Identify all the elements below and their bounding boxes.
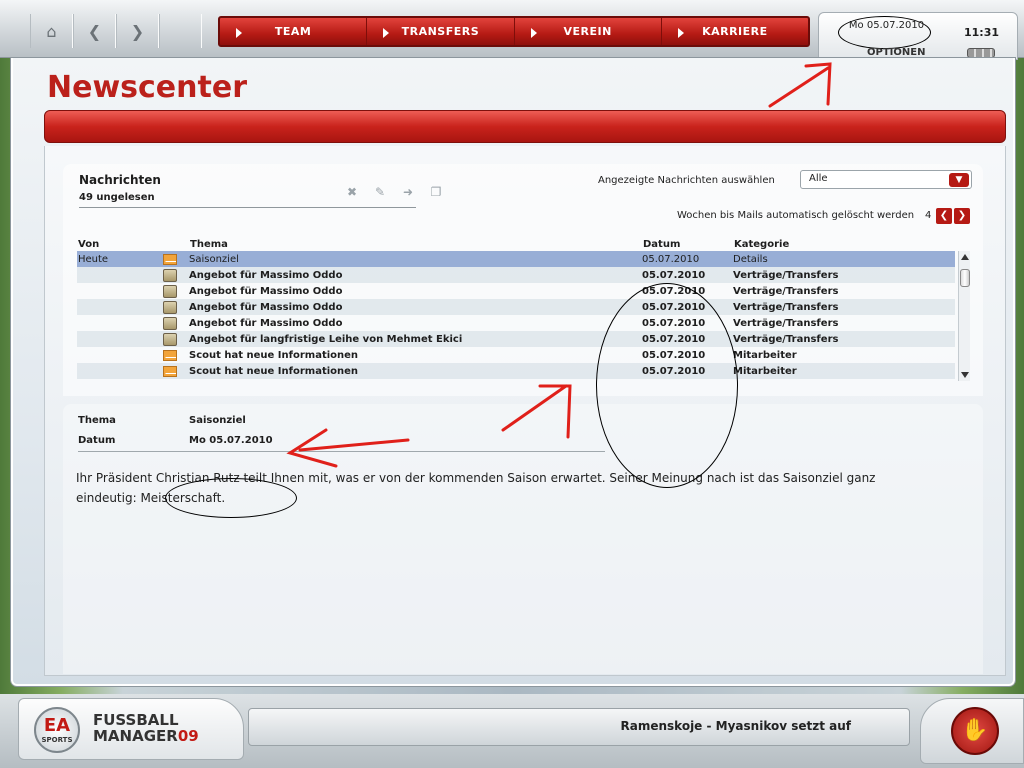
annotation-arrow-left	[286, 428, 410, 468]
hand-icon: ✋	[951, 707, 999, 755]
ea-logo-text: EA	[43, 715, 71, 736]
annotation-arrow-middle	[501, 384, 572, 439]
bottom-bar: EA SPORTS FUSSBALL MANAGER09 Ramenskoje …	[0, 694, 1024, 768]
annotation-arrow-top	[768, 62, 832, 108]
annotation-arrow	[286, 62, 832, 468]
ea-sports-logo: EA SPORTS	[34, 707, 80, 753]
logo-number: 09	[177, 727, 199, 745]
game-logo: EA SPORTS FUSSBALL MANAGER09	[18, 698, 244, 760]
logo-title: FUSSBALL MANAGER09	[93, 712, 199, 744]
ea-logo-sports: SPORTS	[41, 736, 73, 744]
annotation-arrows	[286, 62, 832, 468]
ticker-text: Ramenskoje - Myasnikov setzt auf	[620, 719, 852, 733]
logo-line-2: MANAGER	[93, 727, 178, 745]
continue-button[interactable]: ✋	[920, 698, 1024, 764]
news-ticker[interactable]: Ramenskoje - Myasnikov setzt auf	[248, 708, 910, 746]
